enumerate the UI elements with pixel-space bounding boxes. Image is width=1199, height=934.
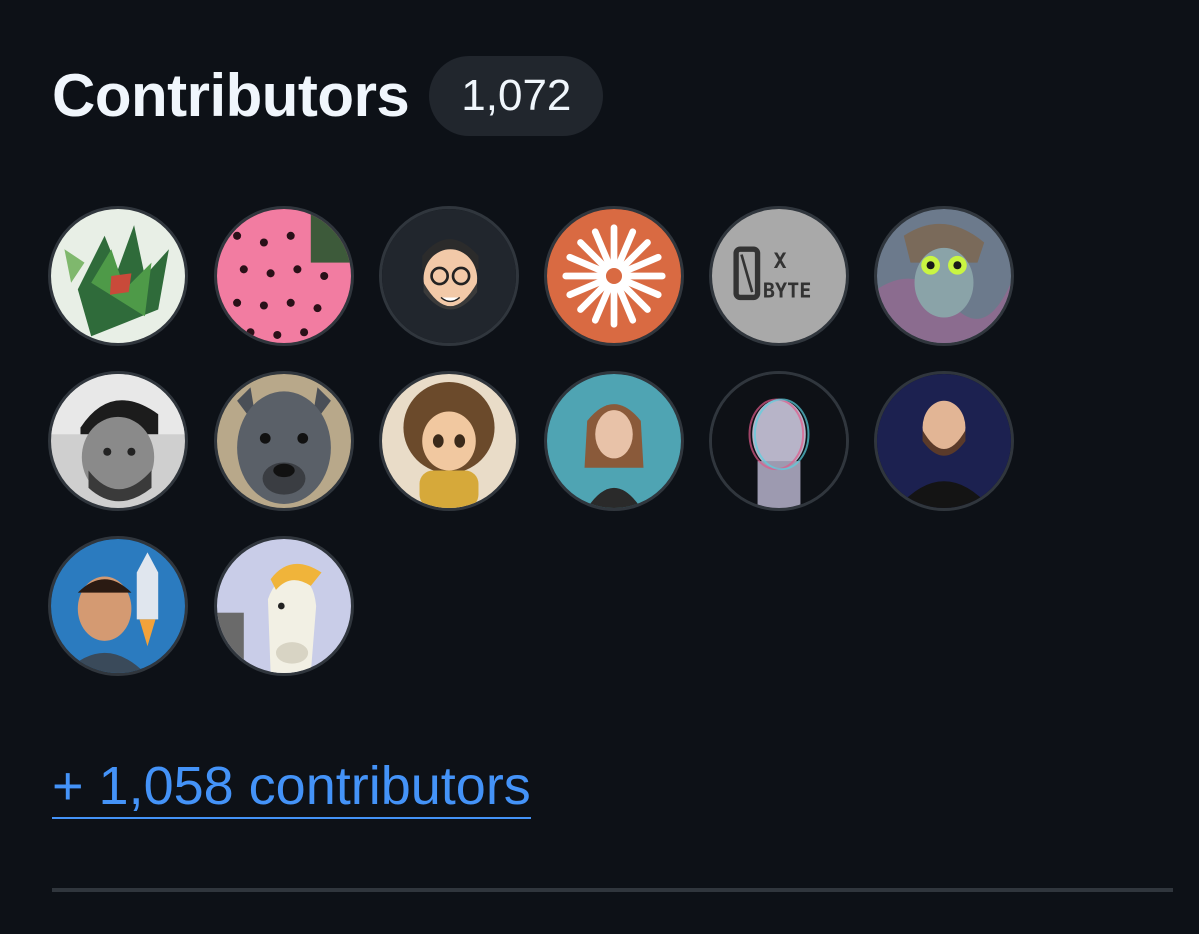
pink-heart-pattern-avatar[interactable] — [214, 206, 354, 346]
rocket-man-avatar[interactable] — [48, 536, 188, 676]
logo-byte-text: BYTE — [763, 278, 811, 302]
contributor-count-badge: 1,072 — [429, 56, 604, 136]
section-title[interactable]: Contributors — [52, 66, 410, 126]
section-divider — [52, 888, 1173, 892]
orange-starburst-avatar[interactable] — [544, 206, 684, 346]
woman-portrait-avatar[interactable] — [544, 371, 684, 511]
0xbyte-logo-avatar[interactable]: X BYTE — [709, 206, 849, 346]
logo-x-text: X — [774, 249, 787, 274]
more-contributors-link[interactable]: + 1,058 contributors — [52, 758, 531, 819]
glitch-face-avatar[interactable] — [709, 371, 849, 511]
curly-hair-cartoon-avatar[interactable] — [379, 371, 519, 511]
gray-dog-avatar[interactable] — [214, 371, 354, 511]
contributors-header: Contributors 1,072 — [52, 56, 604, 136]
psychedelic-portrait-avatar[interactable] — [874, 206, 1014, 346]
unicorn-avatar[interactable] — [214, 536, 354, 676]
leafy-character-avatar[interactable] — [48, 206, 188, 346]
bearded-glasses-emoji-avatar[interactable] — [379, 206, 519, 346]
bearded-man-portrait-avatar[interactable] — [874, 371, 1014, 511]
beanie-selfie-avatar[interactable] — [48, 371, 188, 511]
